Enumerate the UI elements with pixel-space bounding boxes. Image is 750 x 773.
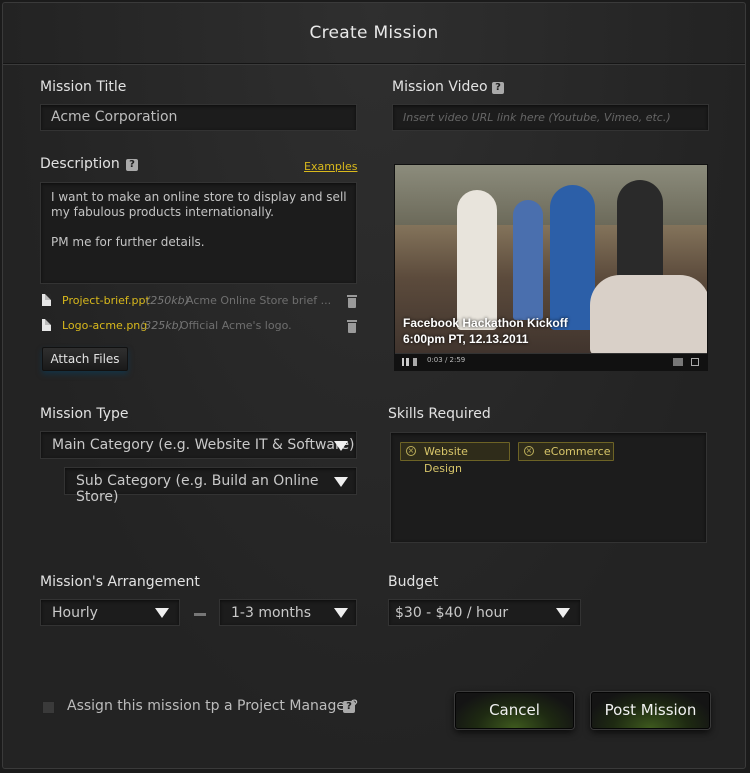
video-caption: Facebook Hackathon Kickoff 6:00pm PT, 12… (403, 315, 568, 347)
mission-video-help-icon[interactable]: ? (492, 82, 504, 94)
attachment-row: Logo-acme.png (325kb) Official Acme's lo… (42, 319, 358, 335)
skill-tag-label: Website Design (424, 445, 468, 475)
arrangement-type-value: Hourly (52, 605, 98, 621)
budget-value: $30 - $40 / hour (395, 605, 509, 621)
file-icon (42, 294, 51, 306)
arrangement-duration-select[interactable]: 1-3 months (219, 599, 357, 626)
video-url-input[interactable]: Insert video URL link here (Youtube, Vim… (392, 104, 709, 131)
skill-tag[interactable]: × eCommerce (518, 442, 614, 461)
remove-tag-icon[interactable]: × (406, 446, 416, 456)
attachment-size: (325kb) (140, 319, 183, 332)
file-icon (42, 319, 51, 331)
chevron-down-icon (155, 608, 169, 618)
fullscreen-icon[interactable] (691, 358, 699, 366)
description-text: I want to make an online store to displa… (51, 190, 347, 249)
range-separator (194, 613, 206, 616)
attachment-size: (250kb) (146, 294, 189, 307)
remove-tag-icon[interactable]: × (524, 446, 534, 456)
video-figure (550, 185, 595, 330)
assign-pm-checkbox[interactable] (42, 701, 55, 714)
attach-files-button[interactable]: Attach Files (42, 347, 128, 371)
video-figure (513, 200, 543, 320)
trash-icon[interactable] (347, 295, 357, 308)
video-caption-line1: Facebook Hackathon Kickoff (403, 316, 568, 330)
video-figure (457, 190, 497, 330)
skill-tag[interactable]: × Website Design (400, 442, 510, 475)
assign-pm-label: Assign this mission tp a Project Manager… (67, 698, 359, 714)
budget-select[interactable]: $30 - $40 / hour (388, 599, 581, 626)
chevron-down-icon (556, 608, 570, 618)
mission-video-label: Mission Video (392, 79, 488, 95)
attachment-name[interactable]: Logo-acme.png (62, 319, 147, 332)
skills-label: Skills Required (388, 406, 491, 422)
attachment-description: Acme Online Store brief ... (186, 294, 332, 307)
cancel-button[interactable]: Cancel (455, 692, 574, 729)
post-mission-button[interactable]: Post Mission (591, 692, 710, 729)
trash-icon[interactable] (347, 320, 357, 333)
arrangement-type-select[interactable]: Hourly (40, 599, 180, 626)
mission-title-input[interactable]: Acme Corporation (40, 104, 357, 131)
budget-label: Budget (388, 574, 439, 590)
video-player[interactable]: Facebook Hackathon Kickoff 6:00pm PT, 12… (394, 164, 708, 371)
play-pause-icon[interactable] (402, 358, 406, 366)
examples-link[interactable]: Examples (304, 160, 357, 173)
mission-type-label: Mission Type (40, 406, 129, 422)
chevron-down-icon (334, 608, 348, 618)
arrangement-label: Mission's Arrangement (40, 574, 200, 590)
video-time: 0:03 / 2:59 (427, 356, 466, 364)
main-category-value: Main Category (e.g. Website IT & Softwar… (52, 437, 355, 453)
description-help-icon[interactable]: ? (126, 159, 138, 171)
dialog-title: Create Mission (309, 23, 439, 43)
volume-icon[interactable] (413, 358, 422, 366)
description-label: Description (40, 156, 120, 172)
main-category-select[interactable]: Main Category (e.g. Website IT & Softwar… (40, 431, 357, 459)
attachment-name[interactable]: Project-brief.ppt (62, 294, 150, 307)
create-mission-dialog: Create Mission Mission Title Acme Corpor… (2, 2, 746, 769)
mission-title-value: Acme Corporation (51, 109, 178, 125)
video-caption-line2: 6:00pm PT, 12.13.2011 (403, 332, 529, 346)
skill-tag-label: eCommerce (544, 445, 611, 458)
video-url-placeholder: Insert video URL link here (Youtube, Vim… (403, 111, 671, 124)
sub-category-select[interactable]: Sub Category (e.g. Build an Online Store… (64, 467, 357, 505)
skills-input[interactable]: × Website Design × eCommerce (390, 432, 707, 543)
attachment-row: Project-brief.ppt (250kb) Acme Online St… (42, 294, 358, 310)
video-controls[interactable]: 0:03 / 2:59 (395, 353, 707, 370)
mission-title-label: Mission Title (40, 79, 127, 95)
arrangement-duration-value: 1-3 months (231, 605, 312, 621)
video-figure (590, 275, 707, 355)
chevron-down-icon (334, 441, 348, 451)
dialog-header: Create Mission (3, 3, 745, 64)
description-textarea[interactable]: I want to make an online store to displa… (40, 182, 357, 284)
settings-icon[interactable] (673, 358, 683, 366)
sub-category-value: Sub Category (e.g. Build an Online Store… (76, 473, 319, 505)
attachment-description: Official Acme's logo. (180, 319, 292, 332)
chevron-down-icon (334, 477, 348, 487)
assign-pm-help-icon[interactable]: ? (343, 701, 355, 713)
